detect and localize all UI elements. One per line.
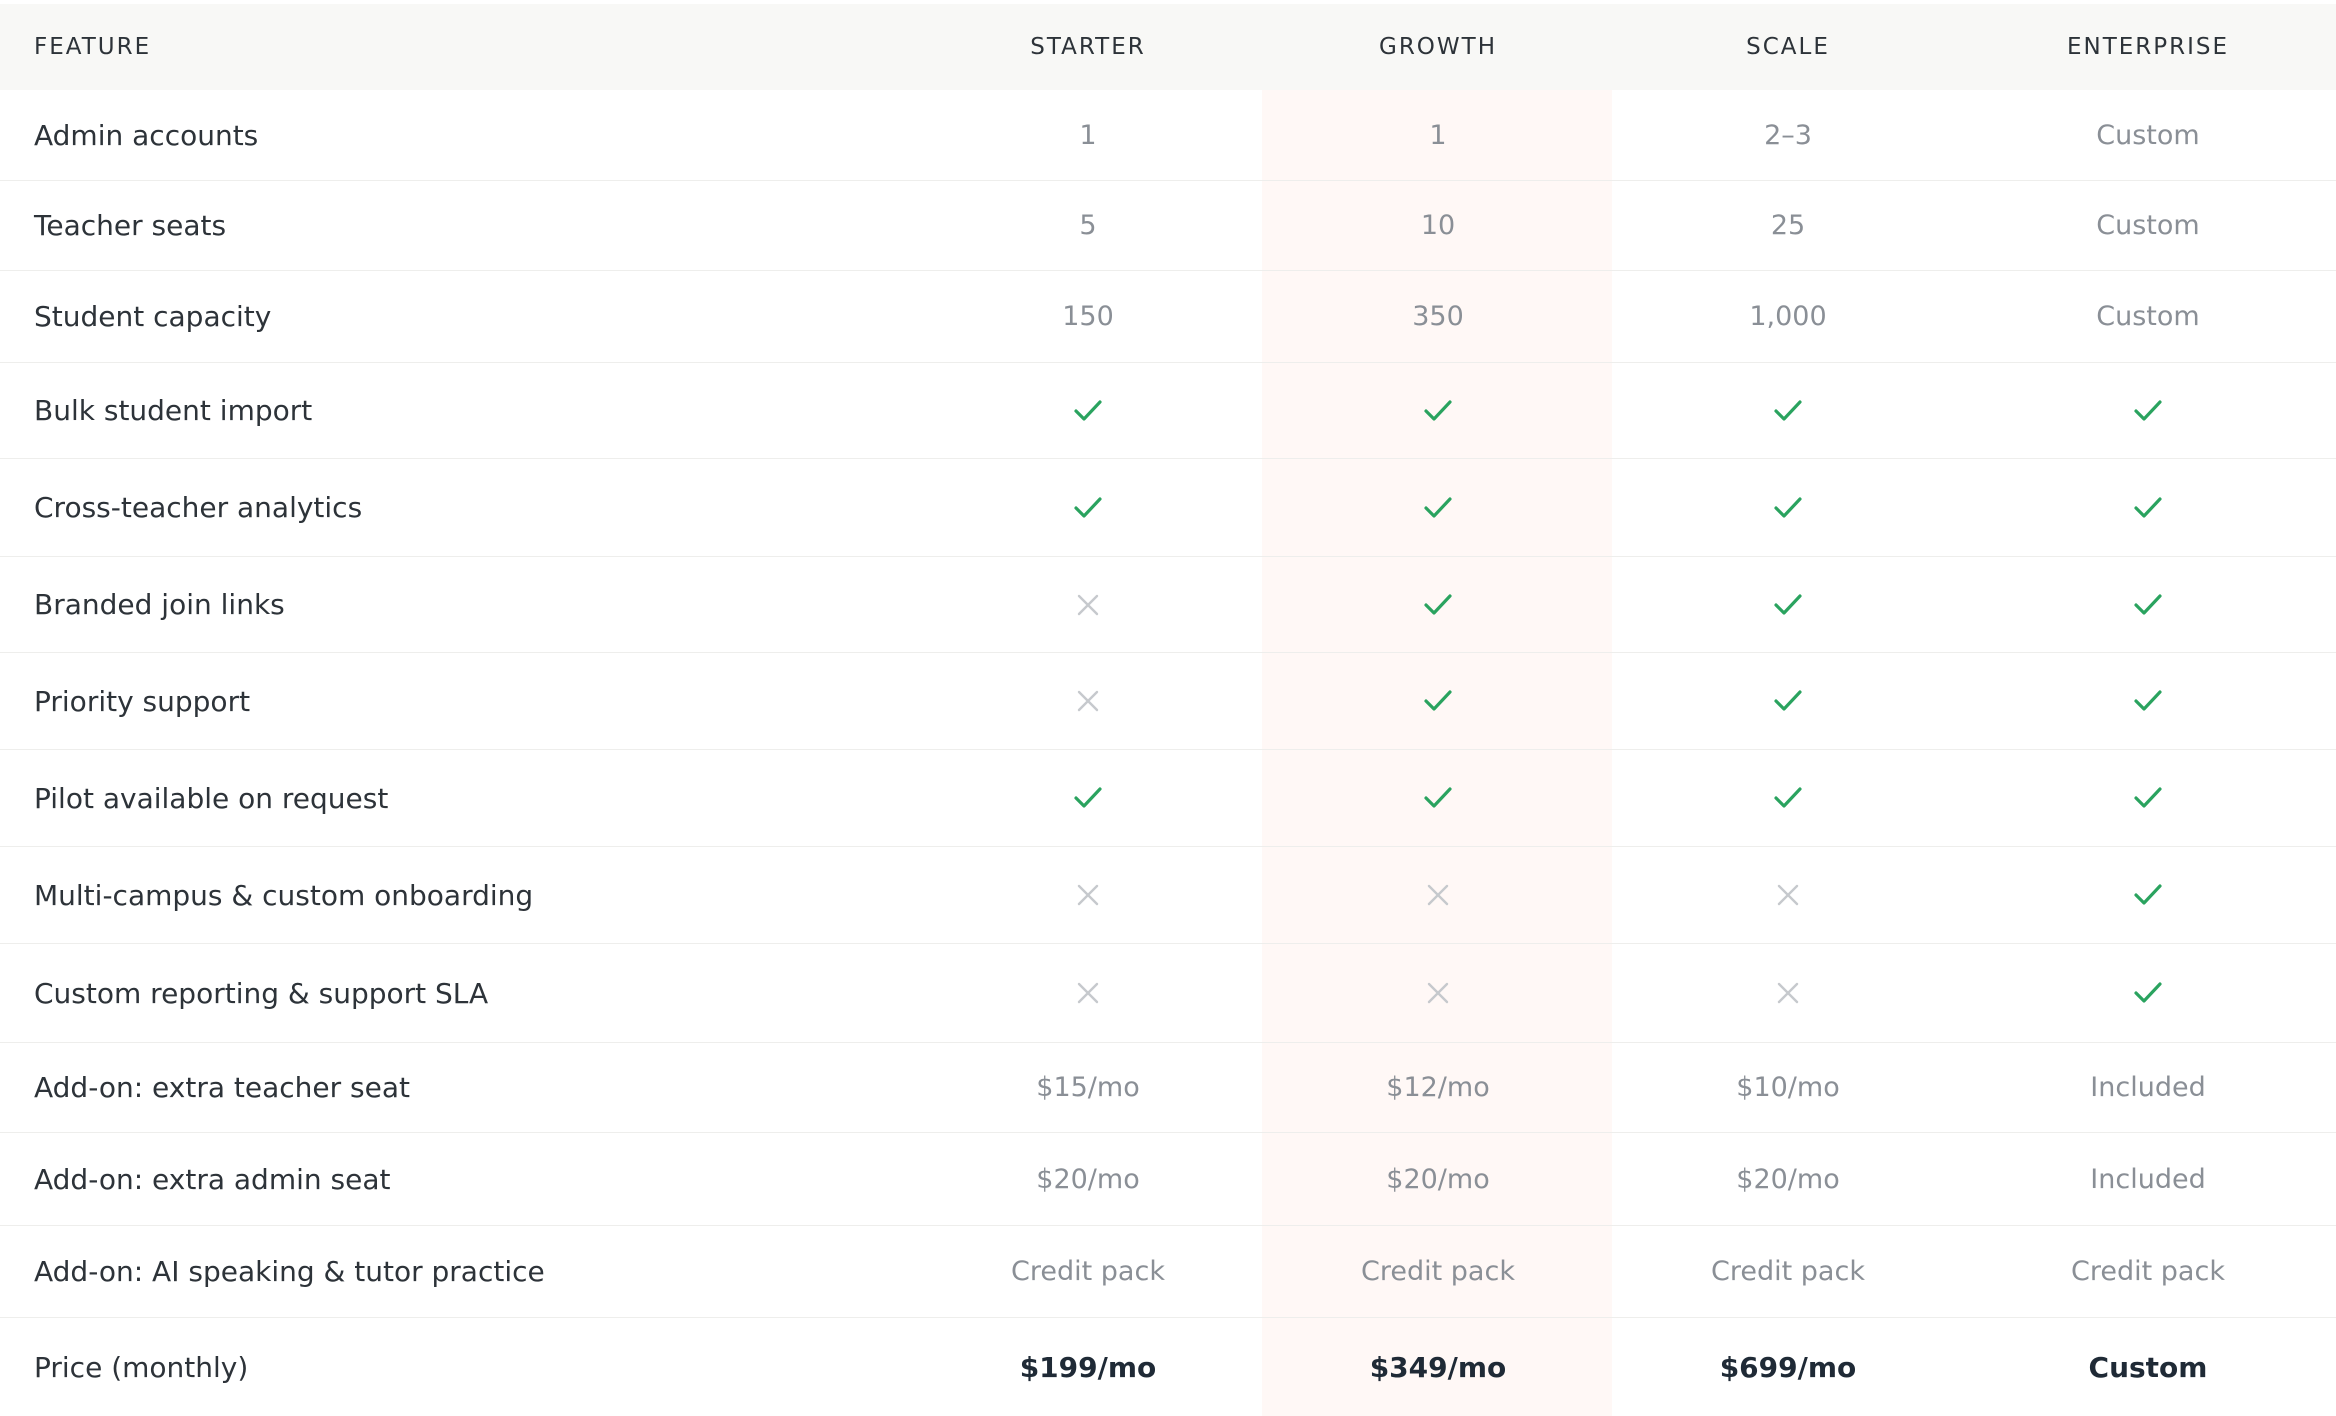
- table-row: Priority support: [0, 653, 2336, 750]
- check-icon: [1973, 363, 2323, 458]
- table-row: Branded join links: [0, 557, 2336, 653]
- cross-icon: [913, 557, 1263, 652]
- feature-label-pilot-available-on-request: Pilot available on request: [34, 781, 389, 815]
- column-header-starter: STARTER: [1030, 34, 1146, 60]
- growth-value: $12/mo: [1386, 1072, 1490, 1103]
- check-icon: [913, 363, 1263, 458]
- column-header-feature: FEATURE: [34, 34, 152, 60]
- check-icon: [1263, 363, 1613, 458]
- feature-label-teacher-seats: Teacher seats: [34, 209, 227, 242]
- enterprise-value: Included: [2090, 1072, 2206, 1103]
- scale-value: Credit pack: [1711, 1256, 1865, 1287]
- table-row: Admin accounts 1 1 2–3 Custom: [0, 90, 2336, 181]
- table-header-row: FEATURE STARTER GROWTH SCALE ENTERPRISE: [0, 4, 2336, 90]
- plan-comparison-table: FEATURE STARTER GROWTH SCALE ENTERPRISE …: [0, 0, 2336, 1416]
- check-icon: [1973, 944, 2323, 1042]
- enterprise-value: Custom: [2096, 119, 2200, 151]
- check-icon: [1973, 557, 2323, 652]
- starter-value: $20/mo: [1036, 1163, 1140, 1195]
- enterprise-value: Included: [2090, 1163, 2206, 1195]
- cross-icon: [1263, 944, 1613, 1042]
- table-row: Add-on: extra admin seat $20/mo $20/mo $20/…: [0, 1133, 2336, 1226]
- enterprise-value: Credit pack: [2071, 1256, 2225, 1287]
- check-icon: [1973, 847, 2323, 943]
- check-icon: [1613, 750, 1963, 846]
- scale-value: $699/mo: [1719, 1350, 1857, 1384]
- starter-value: Credit pack: [1011, 1256, 1165, 1287]
- cross-icon: [913, 944, 1263, 1042]
- feature-label-student-capacity: Student capacity: [34, 300, 272, 333]
- starter-value: $15/mo: [1036, 1072, 1140, 1103]
- check-icon: [913, 459, 1263, 556]
- column-header-enterprise: ENTERPRISE: [2066, 34, 2230, 60]
- growth-value: 1: [1429, 119, 1447, 151]
- table-row: Bulk student import: [0, 363, 2336, 459]
- enterprise-value: Custom: [2096, 210, 2200, 241]
- check-icon: [1613, 557, 1963, 652]
- feature-label-add-on-extra-admin-seat: Add-on: extra admin seat: [34, 1162, 391, 1196]
- table-row: Teacher seats 5 10 25 Custom: [0, 181, 2336, 271]
- scale-value: 2–3: [1764, 119, 1812, 151]
- scale-value: $10/mo: [1736, 1072, 1840, 1103]
- table-row: Cross-teacher analytics: [0, 459, 2336, 557]
- feature-label-multi-campus-and-custom-onboarding: Multi-campus & custom onboarding: [34, 878, 534, 912]
- check-icon: [1973, 459, 2323, 556]
- check-icon: [1613, 459, 1963, 556]
- growth-value: 350: [1412, 301, 1464, 332]
- starter-value: 1: [1079, 119, 1097, 151]
- feature-label-bulk-student-import: Bulk student import: [34, 394, 313, 427]
- check-icon: [1263, 653, 1613, 749]
- check-icon: [1263, 557, 1613, 652]
- feature-label-add-on-ai-speaking-and-tutor-practice: Add-on: AI speaking & tutor practice: [34, 1255, 545, 1288]
- growth-value: 10: [1420, 210, 1456, 241]
- enterprise-value: Custom: [2096, 301, 2200, 332]
- table-row: Custom reporting & support SLA: [0, 944, 2336, 1043]
- check-icon: [1263, 459, 1613, 556]
- check-icon: [1973, 750, 2323, 846]
- column-header-scale: SCALE: [1746, 34, 1830, 60]
- feature-label-branded-join-links: Branded join links: [34, 588, 285, 621]
- check-icon: [1613, 653, 1963, 749]
- starter-value: 5: [1079, 210, 1097, 241]
- feature-label-priority-support: Priority support: [34, 684, 251, 718]
- cross-icon: [1263, 847, 1613, 943]
- feature-label-add-on-extra-teacher-seat: Add-on: extra teacher seat: [34, 1071, 410, 1104]
- price-row: Price (monthly) $199/mo $349/mo $699/mo Cust…: [0, 1318, 2336, 1416]
- growth-value: Credit pack: [1361, 1256, 1515, 1287]
- check-icon: [1613, 363, 1963, 458]
- starter-value: $199/mo: [1019, 1350, 1157, 1384]
- feature-label-price-monthly: Price (monthly): [34, 1350, 249, 1384]
- scale-value: 25: [1770, 210, 1806, 241]
- cross-icon: [1613, 847, 1963, 943]
- growth-value: $349/mo: [1369, 1350, 1507, 1384]
- starter-value: 150: [1062, 301, 1114, 332]
- feature-label-admin-accounts: Admin accounts: [34, 118, 259, 152]
- check-icon: [1263, 750, 1613, 846]
- check-icon: [913, 750, 1263, 846]
- enterprise-value: Custom: [2088, 1350, 2208, 1384]
- feature-label-custom-reporting-and-support-sla: Custom reporting & support SLA: [34, 976, 489, 1010]
- table-row: Student capacity 150 350 1,000 Custom: [0, 271, 2336, 363]
- table-row: Pilot available on request: [0, 750, 2336, 847]
- scale-value: $20/mo: [1736, 1163, 1840, 1195]
- cross-icon: [913, 653, 1263, 749]
- growth-value: $20/mo: [1386, 1163, 1490, 1195]
- table-row: Add-on: extra teacher seat $15/mo $12/mo $1…: [0, 1043, 2336, 1133]
- column-header-growth: GROWTH: [1379, 34, 1497, 60]
- cross-icon: [1613, 944, 1963, 1042]
- cross-icon: [913, 847, 1263, 943]
- check-icon: [1973, 653, 2323, 749]
- feature-label-cross-teacher-analytics: Cross-teacher analytics: [34, 491, 363, 524]
- table-row: Multi-campus & custom onboarding: [0, 847, 2336, 944]
- table-row: Add-on: AI speaking & tutor practice Cred…: [0, 1226, 2336, 1318]
- scale-value: 1,000: [1749, 301, 1827, 332]
